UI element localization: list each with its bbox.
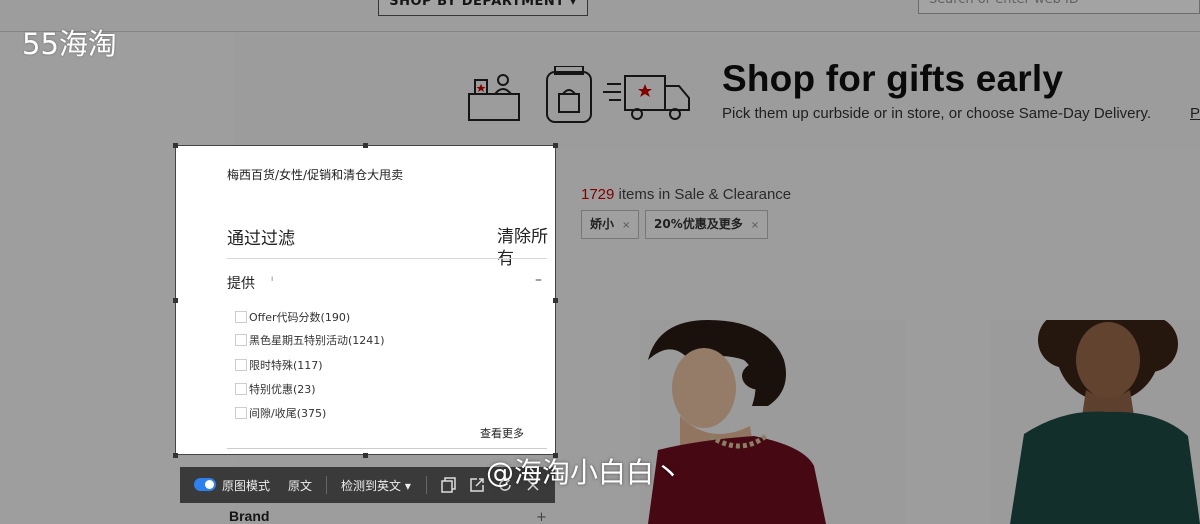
offer-option[interactable]: 间隙/收尾(375) bbox=[235, 405, 326, 421]
store-pickup-icons bbox=[468, 66, 690, 123]
option-label: 限时特殊(117) bbox=[249, 359, 323, 372]
chip-remove-icon[interactable]: × bbox=[751, 220, 759, 231]
results-label: items in Sale & Clearance bbox=[614, 186, 792, 203]
resize-handle[interactable] bbox=[553, 298, 558, 303]
separator bbox=[326, 476, 327, 494]
watermark-handle: @海淘小白白丶 bbox=[486, 456, 683, 489]
star-icon bbox=[476, 84, 486, 92]
checkbox[interactable] bbox=[235, 334, 247, 346]
see-more-link[interactable]: 查看更多 bbox=[480, 425, 524, 441]
resize-handle[interactable] bbox=[363, 453, 368, 458]
results-number: 1729 bbox=[581, 186, 615, 203]
original-text-button[interactable]: 原文 bbox=[288, 477, 312, 494]
separator bbox=[426, 476, 427, 494]
chip-label: 20%优惠及更多 bbox=[654, 217, 743, 231]
product-image[interactable] bbox=[640, 320, 906, 524]
offer-option[interactable]: 特别优惠(23) bbox=[235, 381, 316, 397]
external-link-icon[interactable] bbox=[468, 476, 486, 494]
checkbox[interactable] bbox=[235, 359, 247, 371]
chip-remove-icon[interactable]: × bbox=[622, 220, 630, 231]
watermark-logo: 55海淘 bbox=[22, 27, 117, 61]
brand-expand-icon[interactable]: + bbox=[536, 510, 547, 524]
filter-chip-petite[interactable]: 娇小 × bbox=[581, 210, 640, 239]
chip-label: 娇小 bbox=[590, 217, 615, 231]
shop-by-department-button[interactable]: SHOP BY DEPARTMENT ▾ bbox=[378, 0, 588, 16]
offer-option[interactable]: 黑色星期五特别活动(1241) bbox=[235, 332, 385, 348]
filter-chip-discount[interactable]: 20%优惠及更多 × bbox=[645, 210, 769, 239]
promo-banner[interactable]: Shop for gifts early Pick them up curbsi… bbox=[235, 38, 1200, 150]
product-image[interactable] bbox=[990, 320, 1200, 524]
offer-option[interactable]: 限时特殊(117) bbox=[235, 357, 323, 373]
option-label: 间隙/收尾(375) bbox=[249, 407, 327, 420]
resize-handle[interactable] bbox=[173, 143, 178, 148]
site-header: SHOP BY DEPARTMENT ▾ Search or enter web… bbox=[0, 0, 1200, 32]
divider bbox=[227, 448, 547, 449]
resize-handle[interactable] bbox=[553, 143, 558, 148]
divider bbox=[227, 258, 547, 259]
option-label: 特别优惠(23) bbox=[249, 383, 316, 396]
delivery-truck-icon bbox=[603, 75, 690, 120]
model-photo bbox=[640, 320, 906, 524]
filter-heading: 通过过滤 bbox=[227, 229, 295, 249]
results-count: 1729 items in Sale & Clearance bbox=[581, 186, 791, 203]
model-photo bbox=[990, 320, 1200, 524]
image-mode-label[interactable]: 原图模式 bbox=[222, 477, 270, 494]
option-label: Offer代码分数(190) bbox=[249, 311, 351, 324]
banner-title: Shop for gifts early bbox=[722, 58, 1064, 99]
language-detect-dropdown[interactable]: 检测到英文 ▾ bbox=[341, 477, 411, 494]
image-mode-toggle[interactable] bbox=[194, 478, 216, 491]
resize-handle[interactable] bbox=[173, 298, 178, 303]
brand-filter-label[interactable]: Brand bbox=[229, 508, 269, 524]
resize-handle[interactable] bbox=[173, 453, 178, 458]
translation-selection-panel[interactable]: 梅西百货/女性/促销和清仓大甩卖 通过过滤 清除所有 提供 ı – Offer代… bbox=[175, 145, 556, 455]
banner-link[interactable]: P bbox=[1190, 105, 1200, 122]
checkbox[interactable] bbox=[235, 407, 247, 419]
checkbox[interactable] bbox=[235, 311, 247, 323]
copy-icon[interactable] bbox=[440, 476, 458, 494]
checkbox[interactable] bbox=[235, 383, 247, 395]
breadcrumb[interactable]: 梅西百货/女性/促销和清仓大甩卖 bbox=[227, 166, 403, 183]
resize-handle[interactable] bbox=[363, 143, 368, 148]
clear-all-link[interactable]: 清除所有 bbox=[497, 226, 557, 270]
offer-option[interactable]: Offer代码分数(190) bbox=[235, 309, 350, 325]
search-input[interactable]: Search or enter web ID bbox=[918, 0, 1200, 14]
banner-subtitle: Pick them up curbside or in store, or ch… bbox=[722, 105, 1152, 122]
option-label: 黑色星期五特别活动(1241) bbox=[249, 334, 385, 347]
store-counter-icon bbox=[468, 74, 520, 121]
collapse-icon[interactable]: – bbox=[535, 272, 542, 288]
info-icon: ı bbox=[271, 274, 274, 283]
offer-section-title[interactable]: 提供 bbox=[227, 273, 255, 293]
pickup-locker-icon bbox=[546, 66, 592, 123]
